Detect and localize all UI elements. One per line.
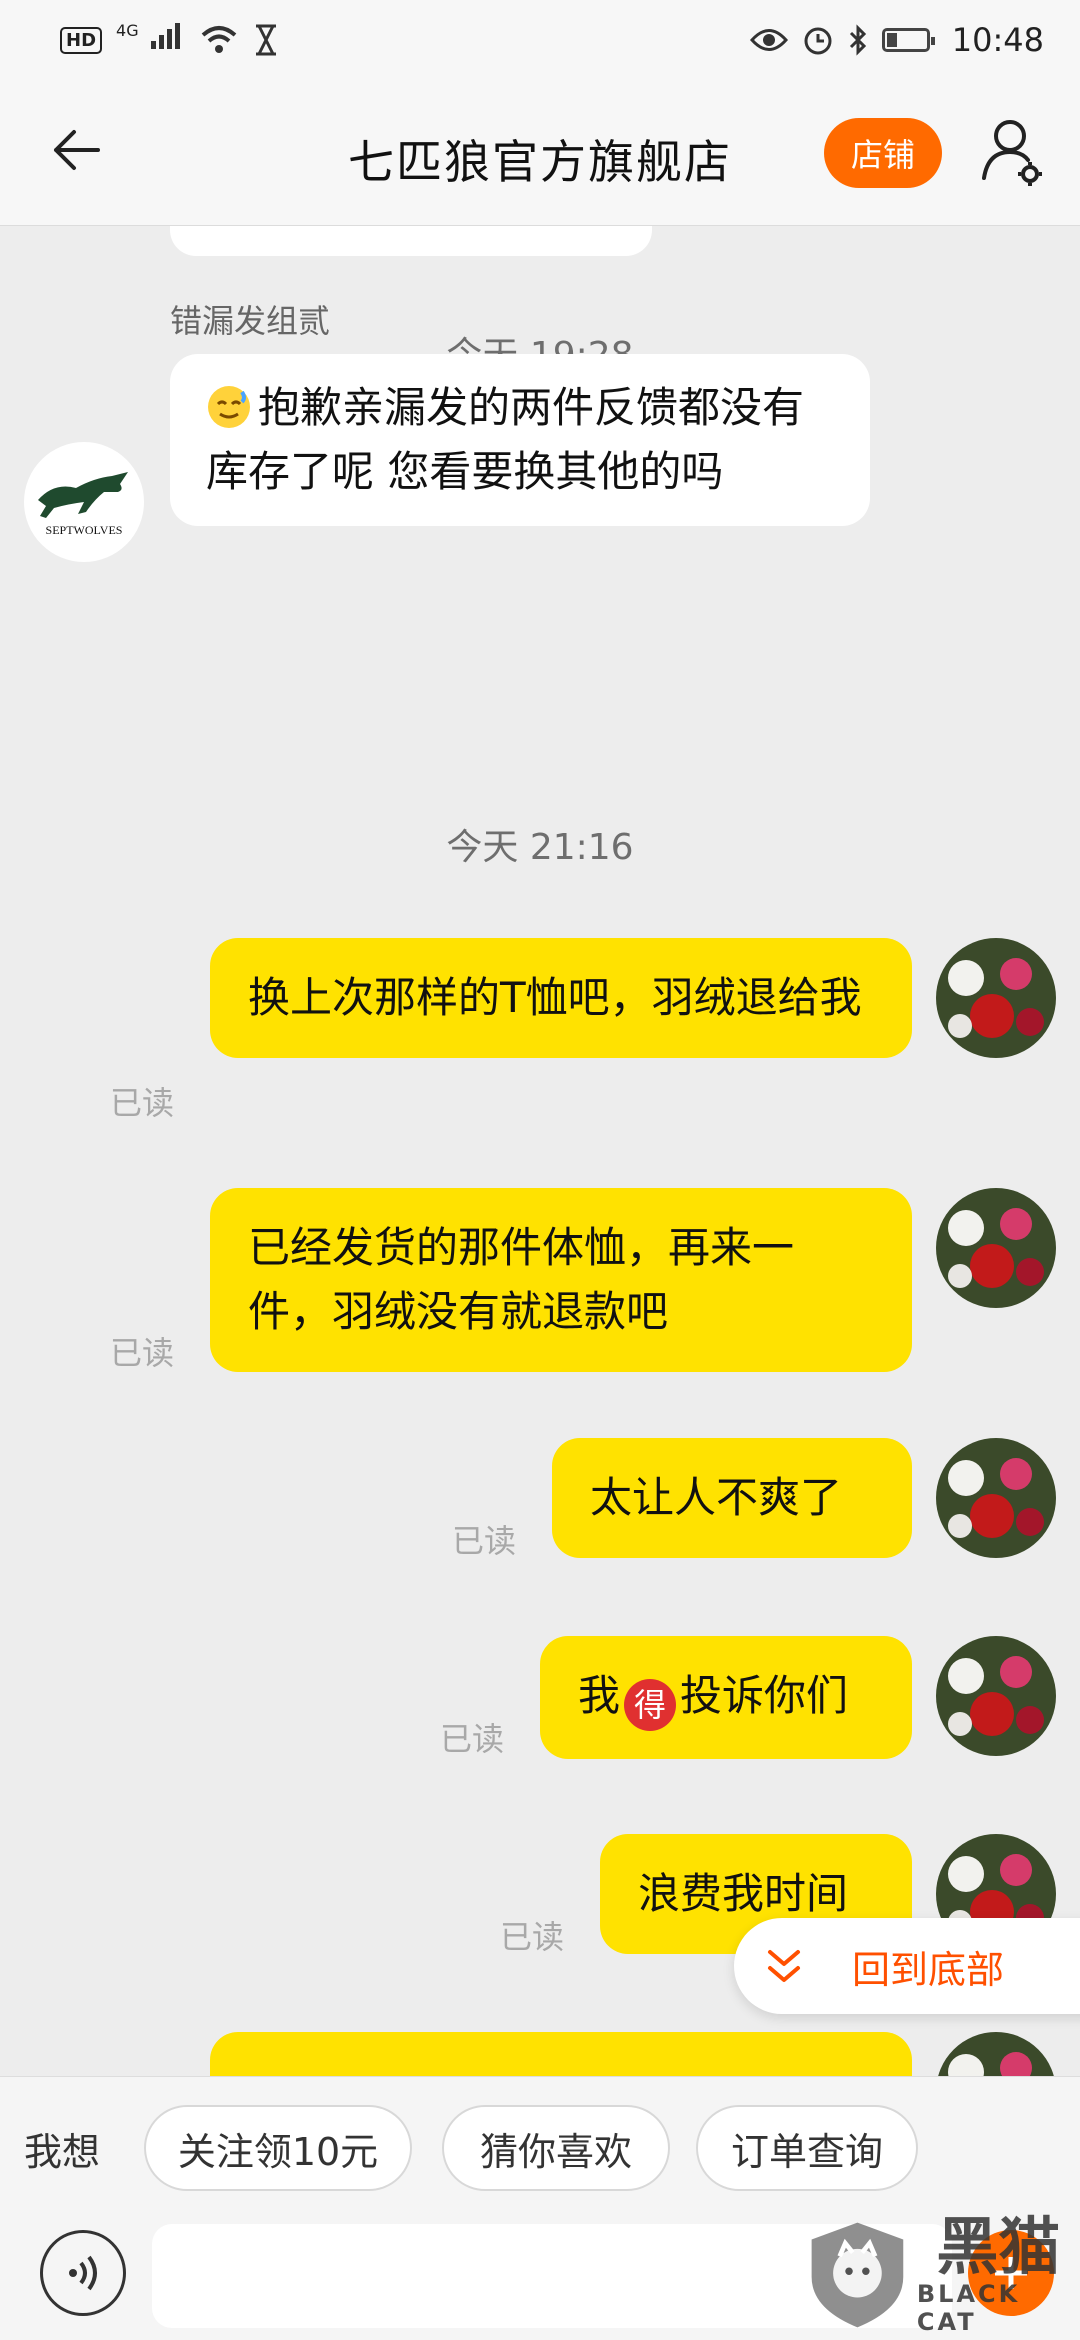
previous-message-bubble — [170, 226, 652, 256]
read-receipt: 已读 — [452, 1522, 517, 1560]
status-bar: HD 4G 10:48 — [0, 0, 1080, 80]
outgoing-message[interactable]: 已经发货的那件体恤，再来一件，羽绒没有就退款吧 — [210, 1188, 912, 1372]
chat-header: 七匹狼官方旗舰店 店铺 — [0, 80, 1080, 226]
incoming-message[interactable]: 抱歉亲漏发的两件反馈都没有库存了呢 您看要换其他的吗 — [170, 354, 870, 526]
user-avatar[interactable] — [936, 1188, 1056, 1308]
bluetooth-icon — [849, 24, 866, 56]
hourglass-icon — [255, 24, 276, 56]
quick-prompt-label: 我想 — [24, 2130, 101, 2174]
shop-button[interactable]: 店铺 — [824, 118, 942, 188]
septwolves-logo: SEPTWOLVES — [38, 472, 128, 537]
scroll-to-bottom-button[interactable]: 回到底部 — [734, 1918, 1080, 2014]
wifi-icon — [201, 26, 237, 53]
chip-order-query[interactable]: 订单查询 — [696, 2105, 918, 2191]
outgoing-message[interactable]: 换上次那样的T恤吧，羽绒退给我 — [210, 938, 912, 1058]
chat-messages[interactable]: 今天 19:28 SEPTWOLVES 错漏发组贰 抱歉亲漏发的两件反馈都没有库… — [0, 226, 1080, 2076]
signal-icon: 4G — [116, 21, 185, 59]
eye-icon — [749, 29, 788, 51]
message-text: 我 — [578, 1671, 621, 1720]
voice-input-button[interactable] — [40, 2230, 126, 2316]
embarrassed-emoji-icon — [208, 386, 250, 428]
more-options-button[interactable] — [968, 2230, 1054, 2316]
scroll-to-bottom-label: 回到底部 — [852, 1947, 1005, 1992]
user-avatar[interactable] — [936, 1438, 1056, 1558]
outgoing-message-partial[interactable] — [210, 2032, 912, 2076]
input-bar — [0, 2220, 1080, 2340]
read-receipt: 已读 — [440, 1720, 505, 1758]
timestamp: 今天 21:16 — [446, 827, 634, 868]
read-receipt: 已读 — [110, 1334, 175, 1372]
user-avatar[interactable] — [936, 2032, 1056, 2076]
hd-indicator: HD — [60, 26, 103, 54]
read-receipt: 已读 — [110, 1084, 175, 1122]
user-avatar[interactable] — [936, 938, 1056, 1058]
user-avatar[interactable] — [936, 1636, 1056, 1756]
message-input[interactable] — [152, 2224, 952, 2328]
de-emoji-icon: 得 — [624, 1679, 677, 1731]
message-text: 浪费我时间 — [638, 1869, 849, 1918]
outgoing-message[interactable]: 我得投诉你们 — [540, 1636, 912, 1759]
battery-icon — [881, 28, 935, 52]
svg-text:SEPTWOLVES: SEPTWOLVES — [46, 523, 123, 537]
message-text: 抱歉亲漏发的两件反馈都没有库存了呢 您看要换其他的吗 — [206, 383, 805, 496]
clock-time: 10:48 — [951, 21, 1044, 59]
chip-follow-coupon[interactable]: 关注领10元 — [144, 2105, 412, 2191]
alarm-icon — [804, 27, 832, 55]
read-receipt: 已读 — [500, 1918, 565, 1956]
outgoing-message[interactable]: 太让人不爽了 — [552, 1438, 912, 1558]
sender-name: 错漏发组贰 — [170, 302, 331, 340]
message-text: 已经发货的那件体恤，再来一件，羽绒没有就退款吧 — [248, 1223, 795, 1336]
quick-actions-bar: 我想 关注领10元 猜你喜欢 订单查询 — [0, 2076, 1080, 2220]
message-text: 投诉你们 — [680, 1671, 849, 1720]
message-text: 太让人不爽了 — [590, 1473, 843, 1522]
user-settings-icon[interactable] — [980, 116, 1044, 192]
chip-guess-you-like[interactable]: 猜你喜欢 — [442, 2105, 670, 2191]
double-chevron-down-icon — [768, 1950, 800, 1982]
plus-icon — [995, 2257, 1027, 2289]
message-text: 换上次那样的T恤吧，羽绒退给我 — [248, 973, 862, 1022]
voice-icon — [69, 2255, 97, 2291]
shop-avatar[interactable]: SEPTWOLVES — [24, 442, 144, 562]
